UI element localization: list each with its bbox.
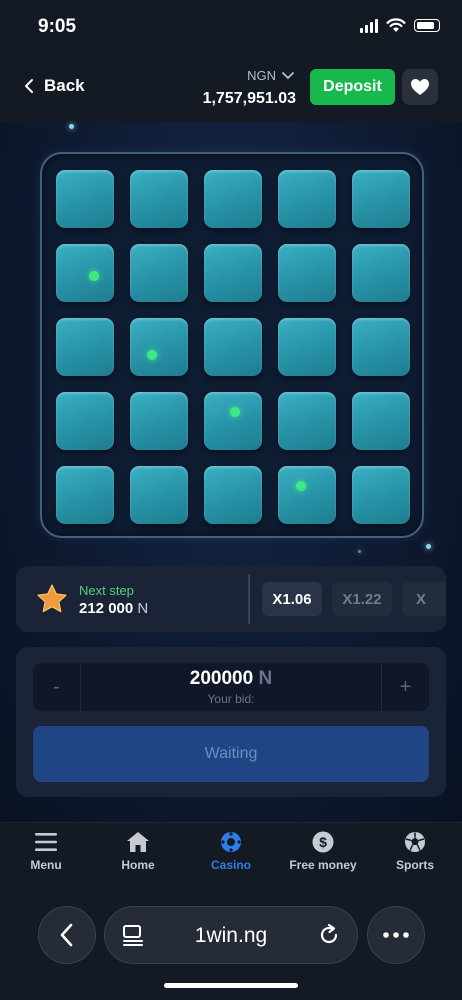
signal-icon [360,18,378,33]
multiplier-next: X [402,582,446,616]
home-icon [127,832,149,852]
top-bar: Back NGN 1,757,951.03 Deposit [0,52,462,122]
menu-icon [35,833,57,851]
mine-tile[interactable] [130,244,188,302]
mine-tile[interactable] [204,318,262,376]
tile-marker-dot [89,271,99,281]
wifi-icon [386,18,406,32]
browser-toolbar: 1win.ng [0,892,462,1000]
mine-tile[interactable] [204,392,262,450]
balance: 1,757,951.03 [202,90,296,107]
mine-tile[interactable] [352,170,410,228]
tab-home[interactable]: Home [92,831,184,872]
increase-bid-button[interactable]: + [381,663,429,711]
tab-label: Home [121,858,155,872]
deposit-button[interactable]: Deposit [310,69,395,105]
mine-tile[interactable] [56,466,114,524]
sparkle [358,550,361,553]
mine-tile[interactable] [278,392,336,450]
address-bar[interactable]: 1win.ng [104,906,358,964]
mine-tile[interactable] [130,466,188,524]
tile-marker-dot [147,350,157,360]
sparkle [69,124,74,129]
status-time: 9:05 [38,16,77,37]
bottom-tab-bar: Menu Home Casino $ Free money Sports [0,822,462,892]
tab-label: Menu [30,858,62,872]
currency-label: NGN [247,68,276,83]
bid-input[interactable]: - 200000 N Your bid: + [33,663,429,711]
mine-tile[interactable] [56,318,114,376]
tile-marker-dot [296,481,306,491]
waiting-button[interactable]: Waiting [33,726,429,782]
star-icon [37,584,67,613]
mine-tile[interactable] [130,318,188,376]
mine-tile[interactable] [352,466,410,524]
mine-tile[interactable] [278,170,336,228]
multiplier-next: X1.22 [332,582,392,616]
tab-casino[interactable]: Casino [185,831,277,872]
mine-tile[interactable] [278,466,336,524]
mine-tile[interactable] [278,244,336,302]
mine-tile[interactable] [130,170,188,228]
mine-tile[interactable] [352,244,410,302]
decrease-bid-button[interactable]: - [33,663,81,711]
tile-marker-dot [230,407,240,417]
mine-tile[interactable] [130,392,188,450]
mine-tile[interactable] [278,318,336,376]
heart-icon [411,79,429,95]
bid-value: 200000 N [81,668,381,690]
more-icon [383,932,409,938]
battery-icon [414,19,440,32]
mine-tile[interactable] [56,392,114,450]
chevron-left-icon [25,79,33,93]
tab-label: Sports [395,858,434,872]
tab-sports[interactable]: Sports [369,831,461,872]
tab-free-money[interactable]: $ Free money [277,831,369,872]
bet-panel: - 200000 N Your bid: + Waiting [16,647,446,797]
mine-tile[interactable] [352,318,410,376]
multiplier-current: X1.06 [262,582,322,616]
reload-icon[interactable] [317,923,341,947]
mines-board [40,152,424,538]
svg-text:$: $ [319,834,327,850]
dollar-icon: $ [312,831,334,853]
favorite-button[interactable] [402,69,438,105]
next-step-amount: 212 000 [79,600,134,617]
status-icons [360,18,440,33]
mine-tile[interactable] [352,392,410,450]
bid-unit: N [258,668,273,689]
back-label: Back [44,76,85,95]
next-step-panel: Next step 212 000 N X1.06 X1.22 X [16,566,446,632]
browser-more-button[interactable] [367,906,425,964]
sparkle [426,544,431,549]
bid-amount: 200000 [189,668,254,689]
mine-tile[interactable] [56,170,114,228]
tab-label: Free money [289,858,357,872]
status-bar: 9:05 [0,0,462,52]
tab-menu[interactable]: Menu [0,831,92,872]
tab-label: Casino [210,858,251,872]
home-indicator [164,983,298,988]
browser-back-button[interactable] [38,906,96,964]
divider [248,574,250,624]
casino-icon [221,832,241,852]
mine-tile[interactable] [56,244,114,302]
mine-tile[interactable] [204,244,262,302]
next-step-label: Next step [79,583,134,598]
next-step-unit: N [137,600,149,617]
back-button[interactable]: Back [24,76,85,96]
next-step-value: 212 000 N [79,600,148,617]
mine-tile[interactable] [204,170,262,228]
bid-label: Your bid: [207,692,255,706]
currency-selector[interactable]: NGN [247,68,294,83]
chevron-down-icon [282,71,294,79]
mine-tile[interactable] [204,466,262,524]
soccer-ball-icon [405,832,425,852]
chevron-left-icon [60,923,73,947]
